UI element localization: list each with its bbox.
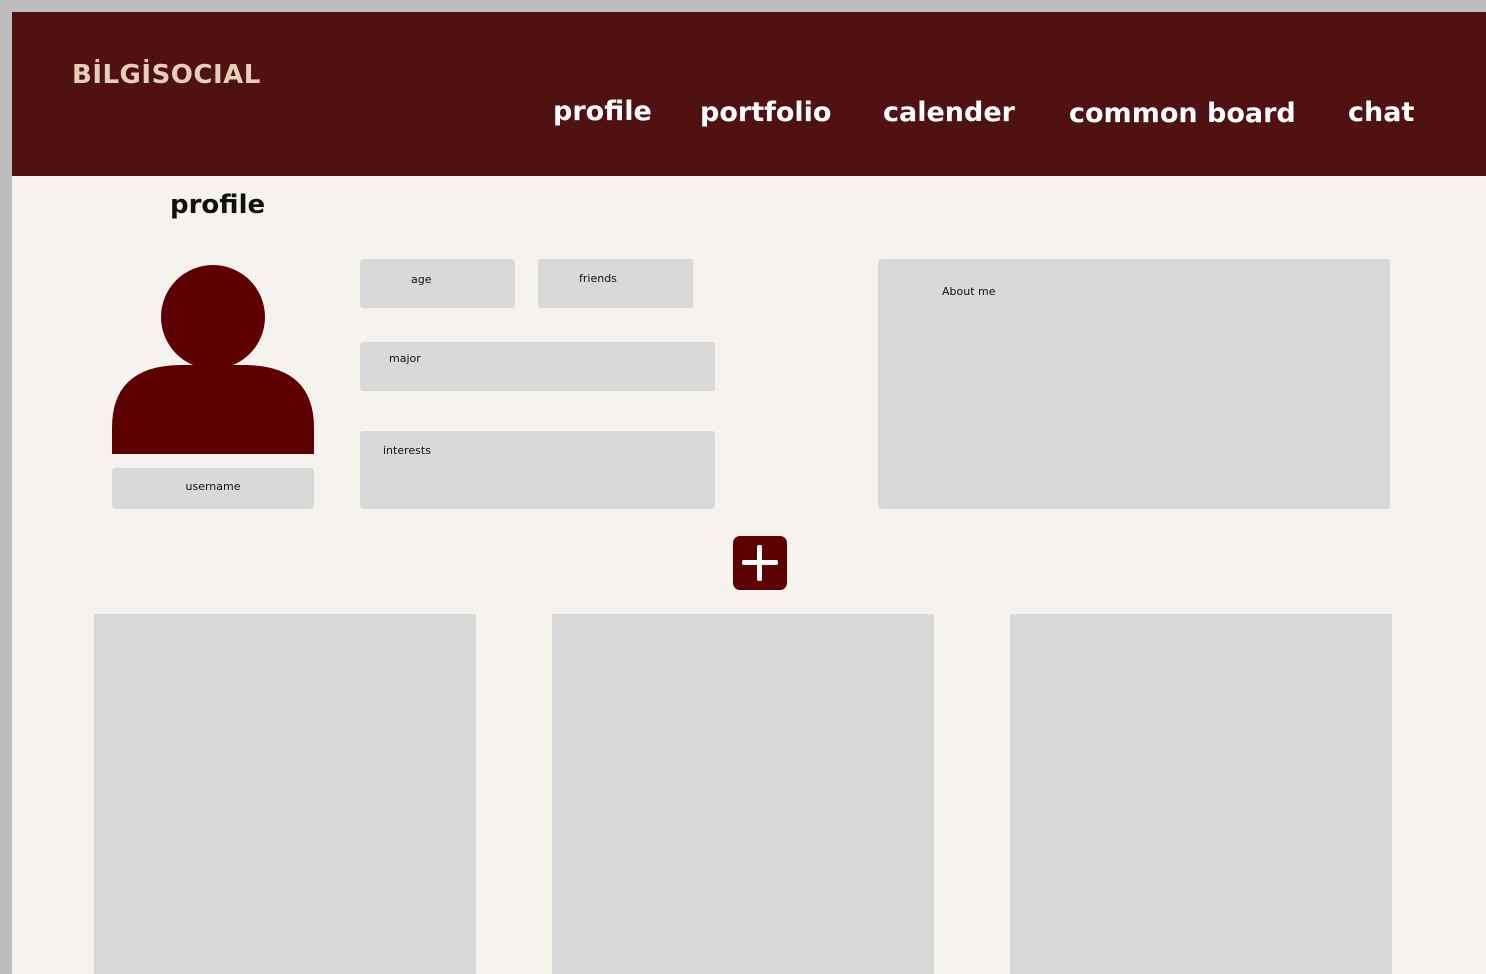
friends-field[interactable]: friends [538, 259, 693, 308]
nav-item-common-board[interactable]: common board [1069, 98, 1296, 129]
nav-item-portfolio[interactable]: portfolio [700, 97, 831, 128]
age-field[interactable]: age [360, 259, 515, 308]
interests-label: interests [383, 444, 431, 457]
nav-item-calender[interactable]: calender [883, 97, 1015, 128]
about-me-label: About me [942, 285, 996, 298]
about-me-field[interactable]: About me [878, 259, 1390, 509]
age-label: age [411, 273, 432, 286]
interests-field[interactable]: interests [360, 431, 715, 509]
avatar-body [112, 365, 314, 454]
page-title: profile [170, 190, 266, 220]
username-label: username [185, 480, 241, 493]
nav-item-chat[interactable]: chat [1348, 97, 1414, 128]
major-label: major [389, 352, 421, 365]
friends-label: friends [579, 272, 617, 285]
major-field[interactable]: major [360, 342, 715, 391]
post-card-2[interactable] [552, 614, 934, 974]
add-post-button[interactable] [733, 536, 787, 590]
brand-logo[interactable]: BİLGİSOCIAL [72, 60, 261, 90]
page-frame: BİLGİSOCIAL profile portfolio calender c… [12, 12, 1486, 974]
post-card-1[interactable] [94, 614, 476, 974]
top-header: BİLGİSOCIAL profile portfolio calender c… [12, 12, 1486, 176]
nav-item-profile[interactable]: profile [553, 96, 652, 127]
avatar-head [161, 265, 265, 369]
post-card-3[interactable] [1010, 614, 1392, 974]
avatar-icon[interactable] [112, 258, 314, 454]
username-field[interactable]: username [112, 468, 314, 509]
